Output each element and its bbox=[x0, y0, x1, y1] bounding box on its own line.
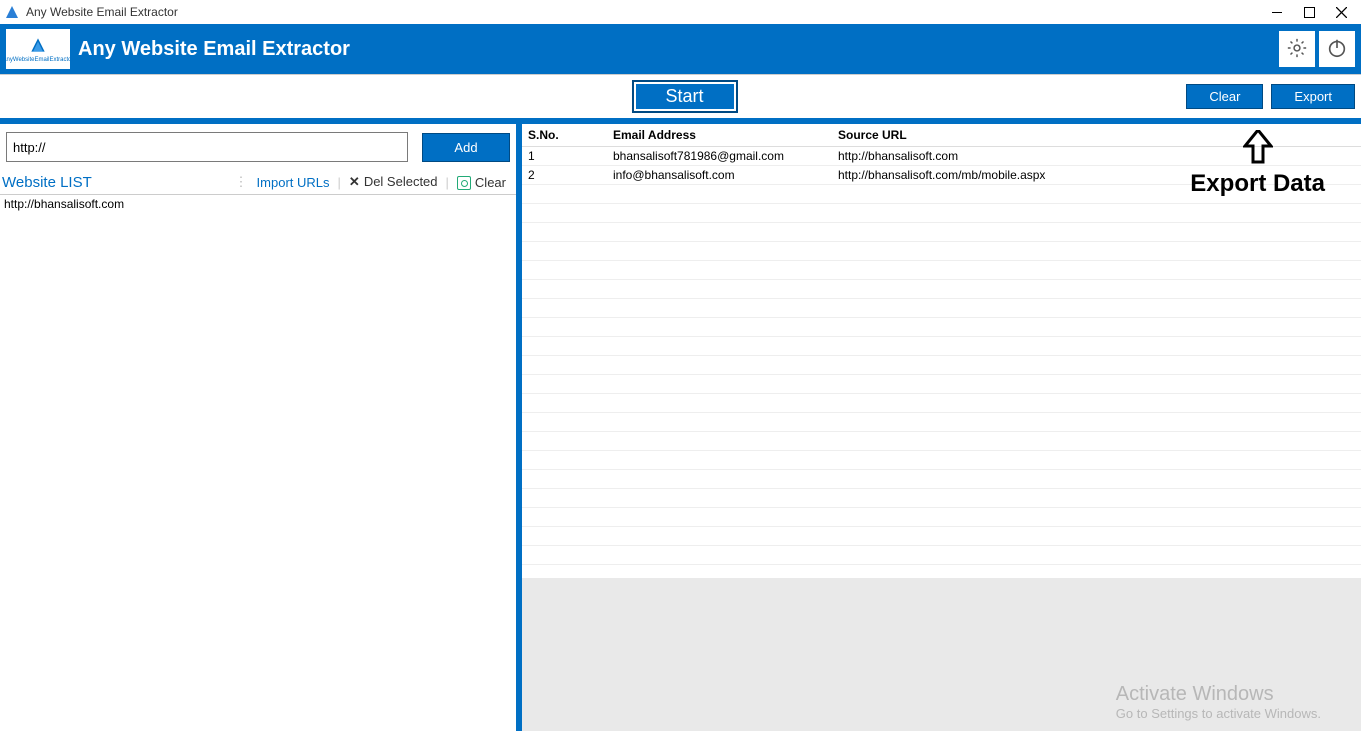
table-row: . bbox=[522, 337, 1361, 356]
table-row: . bbox=[522, 375, 1361, 394]
window-titlebar: Any Website Email Extractor bbox=[0, 0, 1361, 24]
table-row: . bbox=[522, 546, 1361, 565]
window-minimize-button[interactable] bbox=[1261, 0, 1293, 24]
left-pane: Add Website LIST ⋮ Import URLs | ✕Del Se… bbox=[0, 124, 522, 731]
table-row: . bbox=[522, 394, 1361, 413]
export-button[interactable]: Export bbox=[1271, 84, 1355, 109]
table-row: . bbox=[522, 223, 1361, 242]
table-row: . bbox=[522, 356, 1361, 375]
app-title: Any Website Email Extractor bbox=[78, 38, 1275, 61]
col-email[interactable]: Email Address bbox=[607, 124, 832, 147]
website-list-title: Website LIST bbox=[2, 174, 92, 191]
results-table: S.No. Email Address Source URL 1bhansali… bbox=[522, 124, 1361, 578]
table-row: . bbox=[522, 508, 1361, 527]
log-pane: http://bhansalisoft.com/product.aspx?pid… bbox=[522, 578, 1361, 731]
settings-button[interactable] bbox=[1279, 31, 1315, 67]
table-row: . bbox=[522, 527, 1361, 546]
grip-icon: ⋮ bbox=[235, 174, 247, 190]
website-list[interactable]: http://bhansalisoft.com bbox=[0, 194, 516, 731]
import-urls-button[interactable]: Import URLs bbox=[253, 173, 334, 192]
main-area: Add Website LIST ⋮ Import URLs | ✕Del Se… bbox=[0, 124, 1361, 731]
main-toolbar: Start Clear Export bbox=[0, 74, 1361, 124]
power-icon bbox=[1326, 37, 1348, 62]
clear-results-button[interactable]: Clear bbox=[1186, 84, 1263, 109]
start-button[interactable]: Start bbox=[631, 80, 737, 113]
list-item[interactable]: http://bhansalisoft.com bbox=[0, 195, 516, 213]
x-icon: ✕ bbox=[349, 174, 360, 189]
table-row: . bbox=[522, 242, 1361, 261]
clear-icon bbox=[457, 176, 471, 190]
delete-selected-button[interactable]: ✕Del Selected bbox=[345, 172, 442, 192]
table-row: . bbox=[522, 470, 1361, 489]
app-icon bbox=[4, 4, 20, 20]
power-button[interactable] bbox=[1319, 31, 1355, 67]
window-maximize-button[interactable] bbox=[1293, 0, 1325, 24]
table-row: . bbox=[522, 261, 1361, 280]
table-row: . bbox=[522, 299, 1361, 318]
app-logo: AnyWebsiteEmailExtractor bbox=[6, 29, 70, 69]
table-row: . bbox=[522, 204, 1361, 223]
table-row[interactable]: 2info@bhansalisoft.comhttp://bhansalisof… bbox=[522, 166, 1361, 185]
table-row: . bbox=[522, 280, 1361, 299]
col-sno[interactable]: S.No. bbox=[522, 124, 607, 147]
url-input[interactable] bbox=[6, 132, 408, 162]
col-source[interactable]: Source URL bbox=[832, 124, 1361, 147]
table-row: . bbox=[522, 432, 1361, 451]
table-row[interactable]: 1bhansalisoft781986@gmail.comhttp://bhan… bbox=[522, 147, 1361, 166]
table-row: . bbox=[522, 565, 1361, 579]
window-title: Any Website Email Extractor bbox=[26, 5, 1261, 19]
table-row: . bbox=[522, 318, 1361, 337]
table-row: . bbox=[522, 185, 1361, 204]
table-row: . bbox=[522, 451, 1361, 470]
window-close-button[interactable] bbox=[1325, 0, 1357, 24]
table-row: . bbox=[522, 413, 1361, 432]
add-url-button[interactable]: Add bbox=[422, 133, 510, 162]
gear-icon bbox=[1286, 37, 1308, 62]
clear-list-button[interactable]: Clear bbox=[453, 173, 510, 192]
app-header: AnyWebsiteEmailExtractor Any Website Ema… bbox=[0, 24, 1361, 74]
table-row: . bbox=[522, 489, 1361, 508]
right-pane: S.No. Email Address Source URL 1bhansali… bbox=[522, 124, 1361, 731]
results-table-wrap: S.No. Email Address Source URL 1bhansali… bbox=[522, 124, 1361, 578]
